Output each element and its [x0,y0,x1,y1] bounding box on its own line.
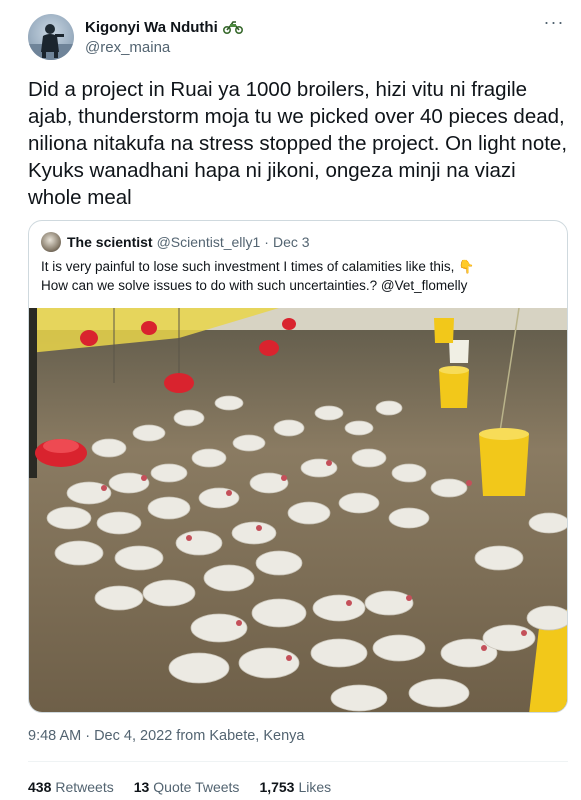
author-handle[interactable]: @rex_maina [85,39,243,56]
quoted-tweet[interactable]: The scientist @Scientist_elly1 · Dec 3 I… [28,220,568,713]
likes-stat[interactable]: 1,753 Likes [259,779,331,795]
retweets-label: Retweets [55,779,114,795]
tweet-card: Kigonyi Wa Nduthi @rex_maina ··· Did a p… [0,0,581,800]
motorcycle-icon [222,20,243,35]
quoted-text: It is very painful to lose such investme… [41,257,559,295]
avatar[interactable] [28,14,74,60]
quote-tweets-count: 13 [133,779,150,795]
quote-tweets-stat[interactable]: 13 Quote Tweets [134,779,240,795]
engagement-stats: 438 Retweets 13 Quote Tweets 1,753 Likes [28,779,351,795]
more-options-icon[interactable]: ··· [542,13,566,34]
quoted-text-line-2: How can we solve issues to do with such … [41,278,468,293]
tweet-timestamp[interactable]: 9:48 AM · Dec 4, 2022 from Kabete, Kenya [28,728,304,744]
separator-dot: · [264,234,269,250]
quote-tweets-label: Quote Tweets [153,779,240,795]
author-display-name[interactable]: Kigonyi Wa Nduthi [85,19,218,36]
quoted-date[interactable]: Dec 3 [273,234,310,250]
tweet-text: Did a project in Ruai ya 1000 broilers, … [28,78,568,209]
quoted-display-name[interactable]: The scientist [67,234,153,250]
author-names: Kigonyi Wa Nduthi @rex_maina [85,17,243,56]
quoted-text-line-1: It is very painful to lose such investme… [41,259,455,274]
divider [28,761,568,762]
quoted-tweet-header: The scientist @Scientist_elly1 · Dec 3 [41,232,310,252]
likes-count: 1,753 [259,779,295,795]
retweets-count: 438 [28,779,52,795]
pointing-down-icon: 👇 [458,259,475,274]
tweet-header: Kigonyi Wa Nduthi @rex_maina ··· [28,13,568,62]
flooded-poultry-photo[interactable] [29,307,567,712]
quoted-handle[interactable]: @Scientist_elly1 [157,234,261,250]
retweets-stat[interactable]: 438 Retweets [28,779,114,795]
likes-label: Likes [298,779,332,795]
quoted-avatar[interactable] [41,232,61,252]
